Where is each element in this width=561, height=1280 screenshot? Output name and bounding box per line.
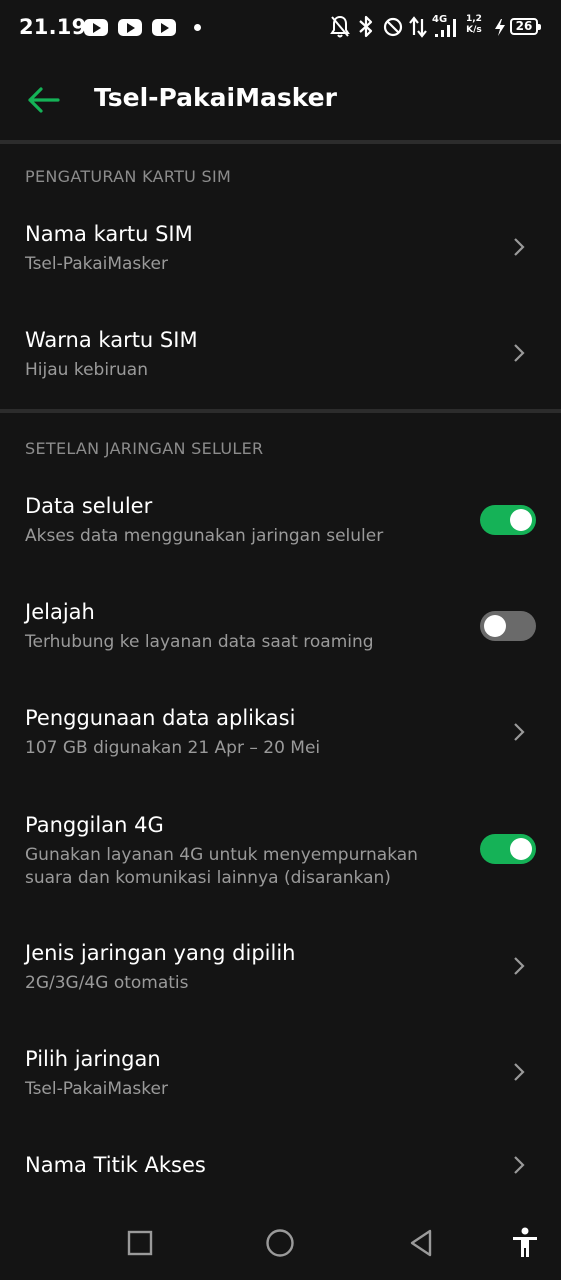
page-title: Tsel-PakaiMasker [94, 83, 337, 112]
data-arrows-icon [409, 16, 427, 38]
mobile-data-toggle[interactable] [480, 505, 536, 535]
toggle-knob [484, 615, 506, 637]
divider [0, 140, 561, 144]
item-title: Data seluler [25, 494, 153, 518]
roaming-toggle[interactable] [480, 611, 536, 641]
item-subtitle: 2G/3G/4G otomatis [25, 973, 189, 993]
item-subtitle: Tsel-PakaiMasker [25, 1079, 168, 1099]
sim-color-item[interactable]: Warna kartu SIM Hijau kebiruan [0, 328, 561, 388]
status-time: 21.19 [19, 15, 87, 39]
chevron-right-icon [514, 957, 525, 975]
chevron-right-icon [514, 1156, 525, 1174]
notification-dot [194, 24, 201, 31]
chevron-right-icon [514, 723, 525, 741]
youtube-icon [84, 19, 108, 36]
bell-off-icon [330, 15, 350, 38]
toggle-knob [510, 509, 532, 531]
app-bar: Tsel-PakaiMasker [0, 58, 561, 140]
item-title: Penggunaan data aplikasi [25, 706, 296, 730]
back-triangle-icon[interactable] [408, 1228, 434, 1258]
charging-icon [495, 19, 505, 36]
chevron-right-icon [514, 238, 525, 256]
bluetooth-icon [359, 15, 373, 38]
recents-square-icon[interactable] [127, 1230, 153, 1256]
sim-name-item[interactable]: Nama kartu SIM Tsel-PakaiMasker [0, 222, 561, 282]
mobile-data-item[interactable]: Data seluler Akses data menggunakan jari… [0, 494, 561, 554]
dnd-icon [383, 17, 403, 37]
4g-calling-item[interactable]: Panggilan 4G Gunakan layanan 4G untuk me… [0, 813, 561, 893]
youtube-icon [152, 19, 176, 36]
chevron-right-icon [514, 344, 525, 362]
home-circle-icon[interactable] [265, 1228, 295, 1258]
youtube-icon [118, 19, 142, 36]
item-title: Jelajah [25, 600, 95, 624]
navigation-bar [0, 1210, 561, 1280]
preferred-network-type-item[interactable]: Jenis jaringan yang dipilih 2G/3G/4G oto… [0, 941, 561, 1001]
divider [0, 409, 561, 413]
item-subtitle: Tsel-PakaiMasker [25, 254, 168, 274]
4g-calling-toggle[interactable] [480, 834, 536, 864]
item-title: Nama Titik Akses [25, 1153, 206, 1177]
item-subtitle: Hijau kebiruan [25, 360, 148, 380]
item-title: Warna kartu SIM [25, 328, 198, 352]
item-title: Panggilan 4G [25, 813, 164, 837]
toggle-knob [510, 838, 532, 860]
item-subtitle: Gunakan layanan 4G untuk menyempurnakan … [25, 845, 418, 888]
item-subtitle: 107 GB digunakan 21 Apr – 20 Mei [25, 738, 321, 758]
network-speed: 1,2 K/s [466, 14, 482, 36]
section-header-network: SETELAN JARINGAN SELULER [25, 439, 264, 458]
roaming-item[interactable]: Jelajah Terhubung ke layanan data saat r… [0, 600, 561, 660]
section-header-sim: PENGATURAN KARTU SIM [25, 167, 232, 186]
chevron-right-icon [514, 1063, 525, 1081]
status-bar: 21.19 4G 1,2 K/s 26 [0, 0, 561, 58]
speed-unit: K/s [466, 25, 482, 35]
accessibility-icon[interactable] [511, 1227, 539, 1259]
app-data-usage-item[interactable]: Penggunaan data aplikasi 107 GB digunaka… [0, 706, 561, 766]
signal-icon [435, 19, 456, 37]
item-title: Pilih jaringan [25, 1047, 161, 1071]
battery-icon: 26 [510, 18, 541, 35]
item-subtitle: Terhubung ke layanan data saat roaming [25, 632, 374, 652]
item-subtitle: Akses data menggunakan jaringan seluler [25, 526, 384, 546]
choose-network-item[interactable]: Pilih jaringan Tsel-PakaiMasker [0, 1047, 561, 1107]
back-arrow-button[interactable] [24, 80, 64, 120]
item-title: Jenis jaringan yang dipilih [25, 941, 296, 965]
speed-value: 1,2 [466, 14, 482, 24]
item-title: Nama kartu SIM [25, 222, 193, 246]
access-point-names-item[interactable]: Nama Titik Akses [0, 1153, 561, 1193]
